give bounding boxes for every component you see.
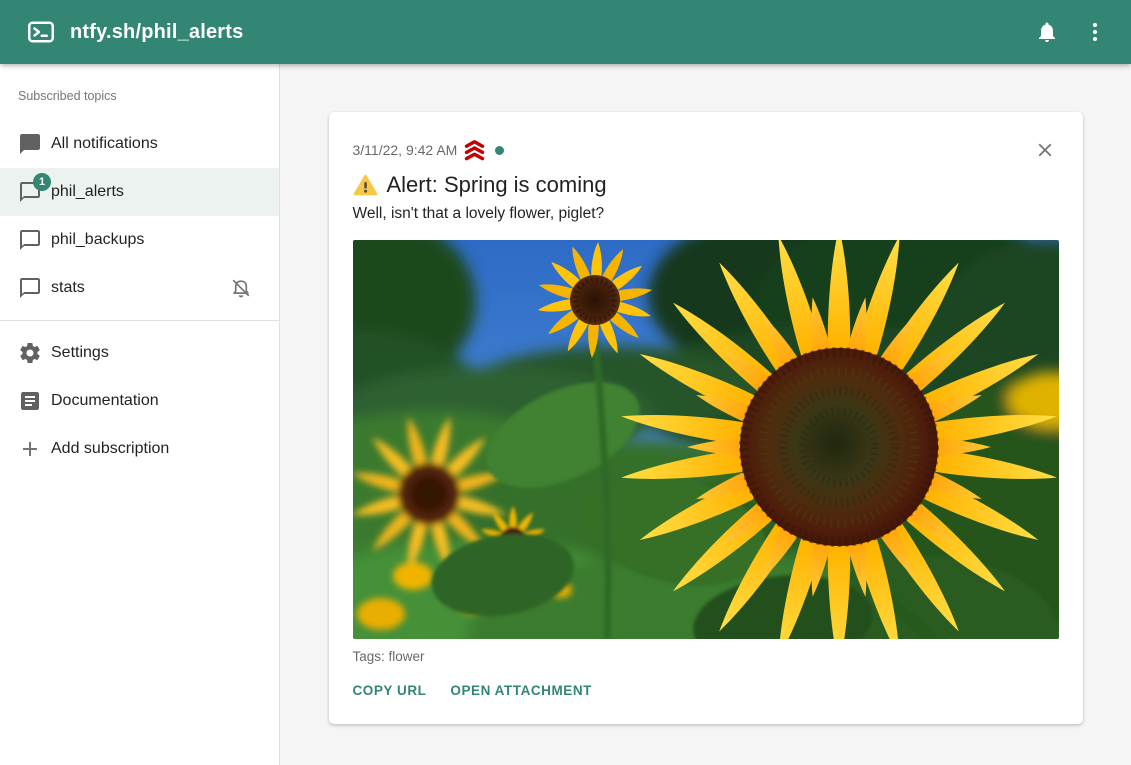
- sidebar: Subscribed topics All notifications 1 ph…: [0, 64, 280, 765]
- notification-body: Well, isn't that a lovely flower, piglet…: [353, 204, 1059, 224]
- bell-icon: [1035, 20, 1059, 44]
- notification-header-row: 3/11/22, 9:42 AM: [353, 136, 1059, 164]
- notification-tags: Tags: flower: [353, 649, 1059, 664]
- sidebar-divider: [0, 320, 279, 321]
- unread-dot: [495, 146, 504, 155]
- close-icon: [1034, 139, 1056, 161]
- notifications-muted-icon: [229, 276, 253, 300]
- gear-icon: [18, 341, 42, 365]
- sidebar-item-documentation[interactable]: Documentation: [0, 377, 279, 425]
- chat-bubble-outline-icon: [18, 276, 42, 300]
- sidebar-item-label: All notifications: [51, 135, 263, 153]
- appbar-title: ntfy.sh/phil_alerts: [70, 21, 243, 44]
- chat-bubble-filled-icon: [18, 132, 42, 156]
- sidebar-item-label: phil_alerts: [51, 183, 263, 201]
- sidebar-item-label: stats: [51, 279, 229, 297]
- sidebar-item-phil-alerts[interactable]: 1 phil_alerts: [0, 168, 279, 216]
- appbar: ntfy.sh/phil_alerts: [0, 0, 1131, 64]
- ntfy-terminal-logo-icon: [26, 17, 56, 47]
- unread-count-badge: 1: [33, 173, 51, 191]
- delete-notification-button[interactable]: [1031, 136, 1059, 164]
- notification-meta: 3/11/22, 9:42 AM: [353, 140, 505, 161]
- kebab-menu-icon: [1083, 20, 1107, 44]
- sidebar-item-label: Documentation: [51, 392, 263, 410]
- sidebar-item-label: Add subscription: [51, 440, 263, 458]
- plus-icon: [18, 437, 42, 461]
- sidebar-item-all-notifications[interactable]: All notifications: [0, 120, 279, 168]
- notification-title-row: Alert: Spring is coming: [353, 171, 1059, 199]
- sidebar-item-add-subscription[interactable]: Add subscription: [0, 425, 279, 473]
- sidebar-item-stats[interactable]: stats: [0, 264, 279, 312]
- open-attachment-button[interactable]: OPEN ATTACHMENT: [442, 673, 600, 708]
- chat-bubble-outline-icon: 1: [18, 180, 42, 204]
- notification-title: Alert: Spring is coming: [387, 171, 607, 199]
- notification-actions: COPY URL OPEN ATTACHMENT: [345, 673, 1059, 708]
- sidebar-item-settings[interactable]: Settings: [0, 329, 279, 377]
- warning-emoji-icon: [353, 173, 378, 198]
- notifications-bell-button[interactable]: [1023, 8, 1071, 56]
- article-icon: [18, 389, 42, 413]
- sidebar-item-phil-backups[interactable]: phil_backups: [0, 216, 279, 264]
- sidebar-item-label: phil_backups: [51, 231, 263, 249]
- subscribed-topics-label: Subscribed topics: [0, 64, 279, 120]
- overflow-menu-button[interactable]: [1071, 8, 1119, 56]
- attachment-image-sunflowers[interactable]: [353, 240, 1059, 639]
- notification-card: 3/11/22, 9:42 AM: [329, 112, 1083, 724]
- sidebar-item-label: Settings: [51, 344, 263, 362]
- chat-bubble-outline-icon: [18, 228, 42, 252]
- notification-timestamp: 3/11/22, 9:42 AM: [353, 142, 458, 158]
- priority-high-icon: [463, 140, 486, 161]
- main-content: 3/11/22, 9:42 AM: [280, 64, 1131, 765]
- copy-url-button[interactable]: COPY URL: [345, 673, 435, 708]
